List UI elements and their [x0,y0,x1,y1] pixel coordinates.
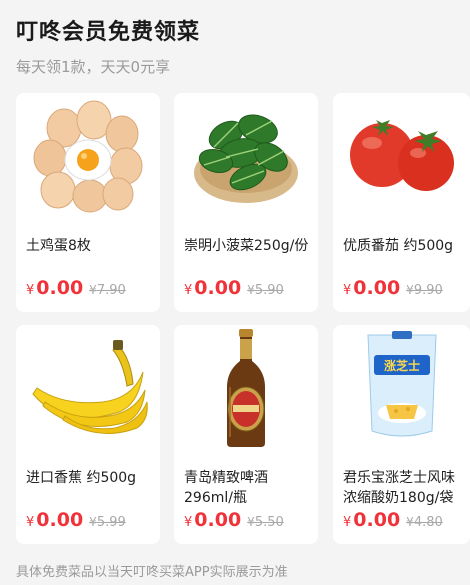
product-name: 进口香蕉 约500g [26,470,137,486]
disclaimer-note: 具体免费菜品以当天叮咚买菜APP实际展示为准 [16,565,288,580]
original-price: ¥5.50 [247,515,284,530]
original-price: ¥4.80 [406,515,443,530]
original-price: ¥9.90 [406,283,443,298]
original-price: ¥5.90 [247,283,284,298]
sale-price: ¥0.00 [184,277,242,299]
product-name: 土鸡蛋8枚 [26,238,91,254]
sale-price: ¥0.00 [26,277,84,299]
original-price: ¥5.99 [89,515,126,530]
price-row: ¥0.00 ¥5.50 [184,509,284,531]
yogurt-pouch-icon: 涨芝士 [333,325,470,449]
beer-bottle-icon [174,325,318,449]
sale-price: ¥0.00 [26,509,84,531]
product-card[interactable]: 优质番茄 约500g ¥0.00 ¥9.90 [333,93,470,312]
product-card[interactable]: 进口香蕉 约500g ¥0.00 ¥5.99 [16,325,160,544]
eggs-icon [16,93,160,217]
svg-text:涨芝士: 涨芝士 [383,358,419,373]
product-name: 崇明小菠菜250g/份 [184,238,309,254]
sale-price: ¥0.00 [343,277,401,299]
price-row: ¥0.00 ¥7.90 [26,277,126,299]
price-row: ¥0.00 ¥5.90 [184,277,284,299]
product-name: 君乐宝涨芝士风味 浓缩酸奶180g/袋 [343,470,455,506]
sale-price: ¥0.00 [343,509,401,531]
product-name: 优质番茄 约500g [343,238,454,254]
banana-icon [16,325,160,449]
product-card[interactable]: 崇明小菠菜250g/份 ¥0.00 ¥5.90 [174,93,318,312]
price-row: ¥0.00 ¥4.80 [343,509,443,531]
product-card[interactable]: 涨芝士 君乐宝涨芝士风味 浓缩酸奶180g/袋 ¥0.00 ¥4.80 [333,325,470,544]
original-price: ¥7.90 [89,283,126,298]
product-grid: 土鸡蛋8枚 ¥0.00 ¥7.90 崇明小菠菜250g/份 ¥ 0.00 ¥5.… [16,93,470,553]
page-subtitle: 每天领1款，天天0元享 [16,58,171,76]
page-title: 叮咚会员免费领菜 [16,20,201,45]
tomato-icon [333,93,470,217]
price-row: ¥0.00 ¥5.99 [26,509,126,531]
page-header: 叮咚会员免费领菜 每天领1款，天天0元享 [16,14,200,77]
product-card[interactable]: 青岛精致啤酒 296ml/瓶 ¥0.00 ¥5.50 [174,325,318,544]
product-name: 青岛精致啤酒 296ml/瓶 [184,470,268,506]
spinach-icon [174,93,318,217]
price-row: ¥0.00 ¥9.90 [343,277,443,299]
product-card[interactable]: 土鸡蛋8枚 ¥0.00 ¥7.90 [16,93,160,312]
sale-price: ¥0.00 [184,509,242,531]
